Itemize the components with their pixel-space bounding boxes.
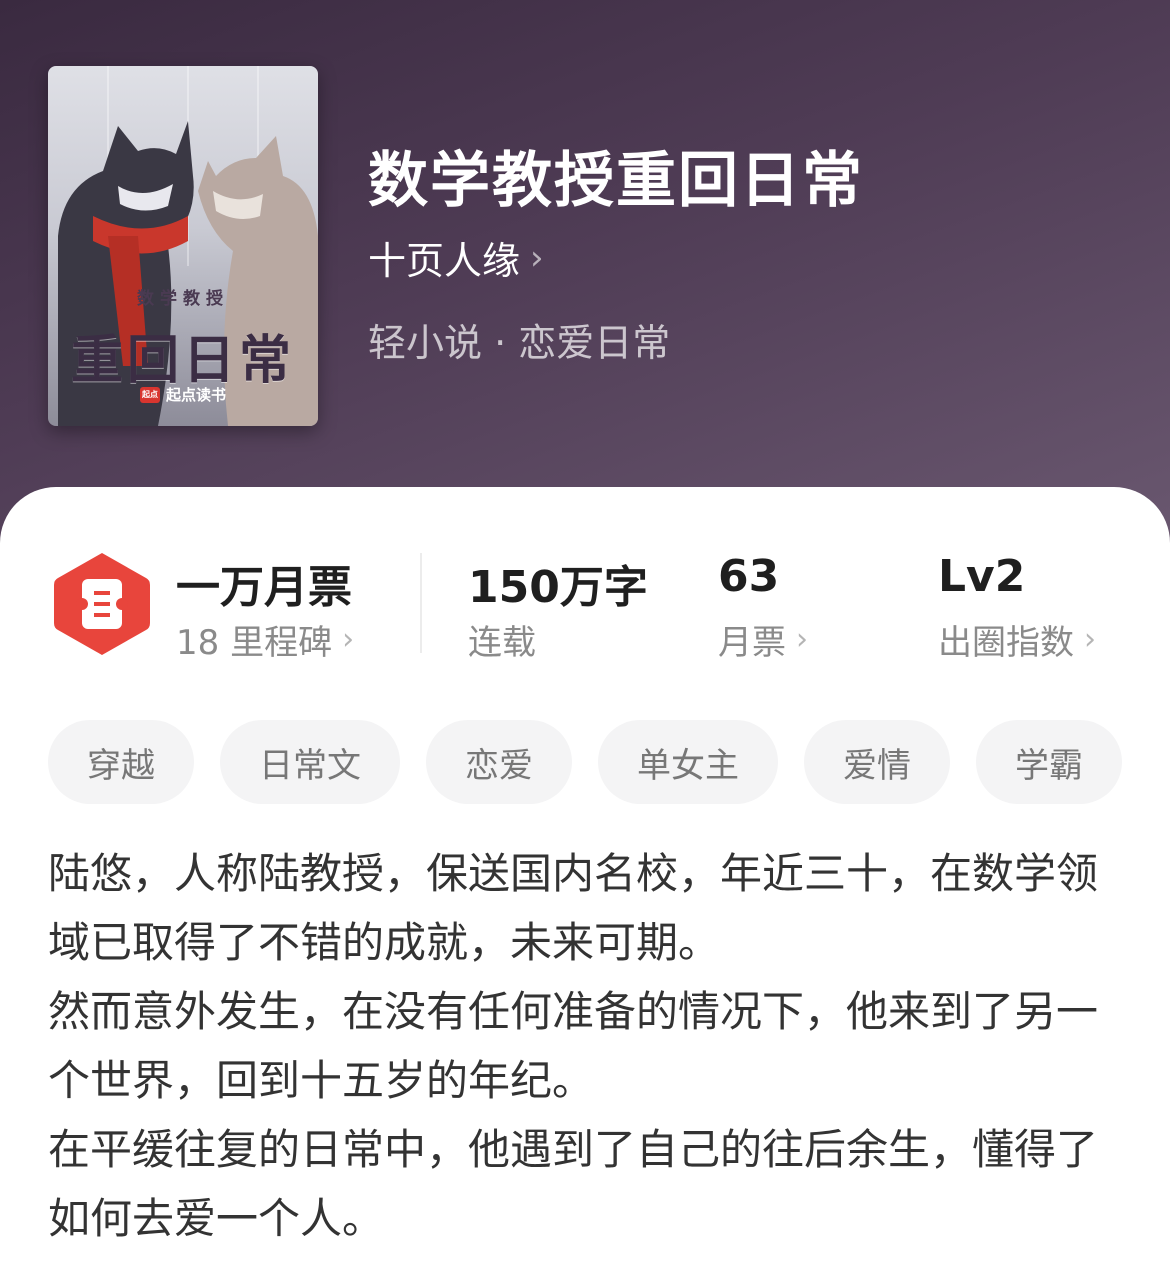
serial-status: 连载 <box>468 615 536 664</box>
description-paragraph: 在平缓往复的日常中，他遇到了自己的往后余生，懂得了如何去爱一个人。 <box>48 1125 1099 1243</box>
monthly-votes-link[interactable]: 月票 › <box>718 615 808 664</box>
tag-chip[interactable]: 日常文 <box>220 720 400 804</box>
tag-list: 穿越 日常文 恋爱 单女主 爱情 学霸 <box>48 720 1122 804</box>
book-description[interactable]: 陆悠，人称陆教授，保送国内名校，年近三十，在数学领域已取得了不错的成就，未来可期… <box>48 839 1128 1253</box>
tag-chip[interactable]: 单女主 <box>598 720 778 804</box>
author-link[interactable]: 十页人缘 › <box>368 230 544 285</box>
popularity-level: Lv2 <box>938 551 1026 602</box>
popularity-link[interactable]: 出圈指数 › <box>938 615 1096 664</box>
word-count: 150万字 <box>468 562 648 613</box>
book-genre: 轻小说 · 恋爱日常 <box>368 321 671 365</box>
author-name: 十页人缘 <box>368 239 521 283</box>
book-header: 数学教授 重回日常 起点 起点读书 数学教授重回日常 十页人缘 › 轻小说 · … <box>0 0 1170 560</box>
milestone-title: 一万月票 <box>176 562 352 613</box>
stats-divider <box>420 553 422 653</box>
description-paragraph: 陆悠，人称陆教授，保送国内名校，年近三十，在数学领域已取得了不错的成就，未来可期… <box>48 849 1099 967</box>
description-paragraph: 然而意外发生，在没有任何准备的情况下，他来到了另一个世界，回到十五岁的年纪。 <box>48 987 1099 1105</box>
tag-chip[interactable]: 恋爱 <box>426 720 572 804</box>
book-detail-page: 数学教授 重回日常 起点 起点读书 数学教授重回日常 十页人缘 › 轻小说 · … <box>0 0 1170 1282</box>
tag-chip[interactable]: 穿越 <box>48 720 194 804</box>
publisher-name: 起点读书 <box>165 386 226 404</box>
publisher-logo: 起点 <box>139 386 160 403</box>
cover-subtitle: 数学教授 <box>137 289 229 309</box>
monthly-votes-count: 63 <box>718 551 780 602</box>
chevron-right-icon: › <box>342 622 355 657</box>
chevron-right-icon: › <box>796 622 808 657</box>
monthly-votes-label: 月票 <box>718 623 786 663</box>
book-info-card: 一万月票 18 里程碑 › 150万字 连载 63 月票 › Lv2 出圈指数 … <box>0 487 1170 1282</box>
milestone-link[interactable]: 18 里程碑 › <box>176 615 354 664</box>
stats-row: 一万月票 18 里程碑 › 150万字 连载 63 月票 › Lv2 出圈指数 … <box>0 487 1170 687</box>
tag-chip[interactable]: 爱情 <box>804 720 950 804</box>
chevron-right-icon: › <box>530 237 544 278</box>
book-title: 数学教授重回日常 <box>368 146 864 216</box>
chevron-right-icon: › <box>1084 622 1096 657</box>
serial-label: 连载 <box>468 623 536 663</box>
popularity-label: 出圈指数 <box>938 623 1074 663</box>
cover-title: 重回日常 <box>70 330 295 391</box>
ticket-icon[interactable] <box>50 549 154 659</box>
cover-publisher: 起点 起点读书 <box>48 384 318 405</box>
milestone-sub: 18 里程碑 <box>176 623 333 663</box>
tag-chip[interactable]: 学霸 <box>976 720 1122 804</box>
book-cover[interactable]: 数学教授 重回日常 起点 起点读书 <box>48 66 318 426</box>
